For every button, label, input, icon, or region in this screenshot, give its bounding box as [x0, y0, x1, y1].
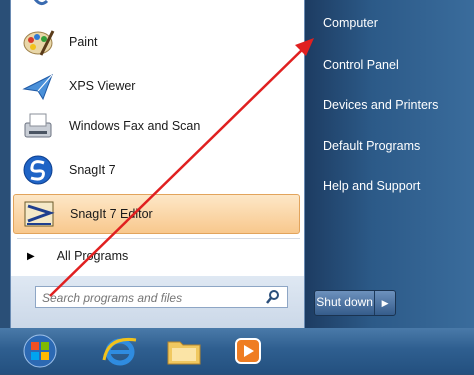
programs-panel: Paint XPS Viewer Windows Fax and Scan Sn…	[10, 0, 305, 328]
snagit-editor-icon	[22, 197, 56, 231]
search-icon[interactable]	[265, 289, 281, 305]
all-programs-label: All Programs	[56, 249, 129, 263]
all-programs-button[interactable]: ▶ All Programs	[13, 242, 300, 270]
media-player-icon[interactable]	[226, 332, 270, 370]
program-label: XPS Viewer	[69, 79, 136, 93]
program-label: SnagIt 7	[69, 163, 116, 177]
devices-and-printers-link[interactable]: Devices and Printers	[323, 91, 438, 119]
partial-program-icon	[33, 0, 55, 8]
paint-icon	[21, 25, 55, 59]
shutdown-control: Shut down ▶	[314, 290, 396, 316]
computer-link[interactable]: Computer	[323, 9, 378, 37]
taskbar	[0, 328, 474, 374]
shutdown-options-button[interactable]: ▶	[374, 291, 395, 315]
fax-scan-icon	[21, 109, 55, 143]
divider	[17, 238, 300, 239]
internet-explorer-icon[interactable]	[98, 332, 142, 370]
start-orb-icon[interactable]	[14, 332, 66, 370]
help-and-support-link[interactable]: Help and Support	[323, 172, 420, 200]
program-label: Paint	[69, 35, 98, 49]
program-label: SnagIt 7 Editor	[70, 207, 153, 221]
file-explorer-icon[interactable]	[162, 332, 206, 370]
control-panel-link[interactable]: Control Panel	[323, 51, 399, 79]
program-xps-viewer[interactable]: XPS Viewer	[13, 66, 300, 106]
shutdown-button[interactable]: Shut down	[315, 291, 374, 315]
program-windows-fax-and-scan[interactable]: Windows Fax and Scan	[13, 106, 300, 146]
search-strip	[11, 276, 304, 328]
snagit-icon	[21, 153, 55, 187]
right-panel: Computer Control Panel Devices and Print…	[305, 0, 474, 328]
chevron-right-icon: ▶	[381, 297, 389, 308]
program-snagit-7[interactable]: SnagIt 7	[13, 150, 300, 190]
program-paint[interactable]: Paint	[13, 22, 300, 62]
default-programs-link[interactable]: Default Programs	[323, 132, 420, 160]
triangle-right-icon: ▶	[27, 250, 35, 262]
search-box	[35, 286, 288, 308]
search-input[interactable]	[40, 288, 262, 308]
xps-viewer-icon	[21, 69, 55, 103]
program-label: Windows Fax and Scan	[69, 119, 201, 133]
program-snagit-7-editor[interactable]: SnagIt 7 Editor	[13, 194, 300, 234]
